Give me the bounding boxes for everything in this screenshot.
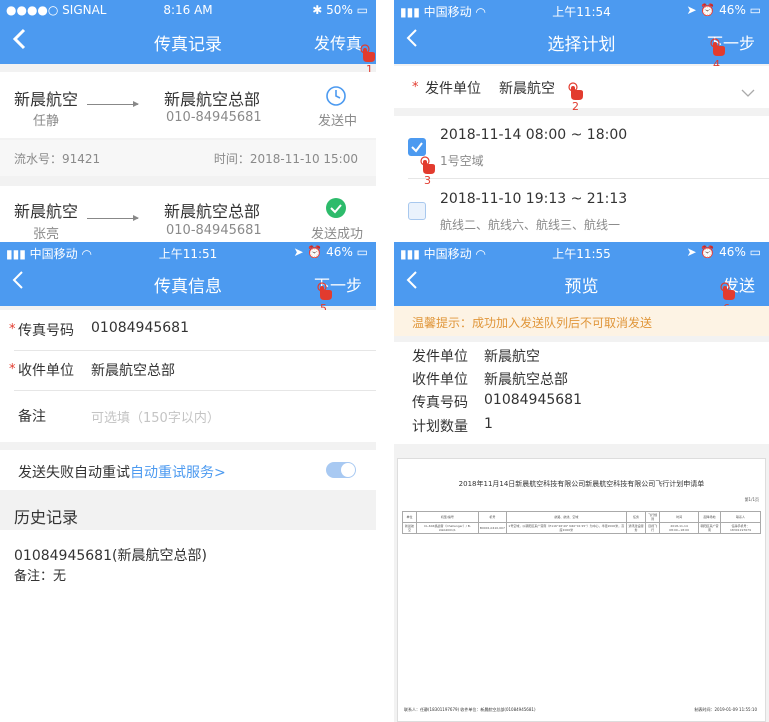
- battery-label: 50%: [326, 3, 353, 17]
- fax-number-label: 传真号码: [412, 395, 468, 411]
- plan-count-value: 1: [484, 416, 493, 432]
- battery-icon: ▭: [745, 245, 761, 259]
- fax-record-card[interactable]: 新晨航空 任静 新晨航空总部 010-84945681 发送中: [0, 72, 376, 138]
- plan-time: 2018-11-10 19:13 ~ 21:13: [440, 191, 628, 207]
- sender-value: 新晨航空: [484, 349, 540, 365]
- step-number: 2: [572, 100, 579, 113]
- fax-number-label: 传真号码: [18, 323, 74, 339]
- fax-number-input[interactable]: 01084945681: [91, 320, 189, 336]
- step-number: 3: [424, 174, 431, 187]
- receiver-label: 收件单位: [412, 372, 468, 388]
- warning-tip: 温馨提示：成功加入发送队列后不可取消发送: [394, 306, 769, 336]
- nav-bar: ●●●●○ SIGNAL 8:16 AM ✱ 50% ▭ 传真记录 发传真: [0, 0, 376, 64]
- location-icon: ➤: [686, 245, 701, 259]
- sender-person: 张亮: [33, 227, 60, 242]
- status-bar: ▮▮▮ 中国移动 ◠ 上午11:51 ➤ ⏰ 46% ▭: [0, 244, 376, 262]
- receiver-label: 收件单位: [18, 363, 74, 379]
- page-title: 预览: [564, 277, 599, 297]
- status-sending: 发送中: [318, 114, 358, 129]
- fax-number-value: 01084945681: [484, 392, 582, 408]
- auto-retry-row: 发送失败自动重试 自动重试服务>: [0, 450, 376, 490]
- auto-retry-link[interactable]: 自动重试服务>: [130, 462, 226, 482]
- status-success: 发送成功: [311, 227, 364, 242]
- tip-text: 温馨提示：成功加入发送队列后不可取消发送: [412, 316, 653, 330]
- battery-icon: ▭: [745, 3, 761, 17]
- fax-info-screen: ▮▮▮ 中国移动 ◠ 上午11:51 ➤ ⏰ 46% ▭ 传真信息 下一步 5 …: [0, 242, 376, 722]
- arrow-right-icon: [87, 101, 139, 107]
- alarm-icon: ⏰: [700, 245, 720, 259]
- sender-value: 新晨航空: [499, 81, 555, 97]
- doc-footer-contact: 联系人：任静(18301197679) 收件单位：新晨航空总部(01084945…: [404, 707, 536, 712]
- send-fax-button[interactable]: 发传真: [314, 30, 362, 54]
- auto-retry-toggle[interactable]: [326, 462, 356, 478]
- nav-bar: ▮▮▮ 中国移动 ◠ 上午11:55 ➤ ⏰ 46% ▭ 预览 发送: [394, 242, 769, 306]
- plan-count-label: 计划数量: [412, 419, 468, 435]
- receiver-name: 新晨航空总部: [164, 202, 261, 221]
- fax-record-card[interactable]: 新晨航空 张亮 新晨航空总部 010-84945681 发送成功: [0, 186, 376, 242]
- doc-page: 第1/1页: [744, 497, 759, 502]
- receiver-value: 新晨航空总部: [484, 372, 568, 388]
- sender-name: 新晨航空: [14, 90, 79, 109]
- battery-label: 46%: [326, 245, 353, 259]
- plan-list: 2018-11-14 08:00 ~ 18:00 1号空域 2018-11-10…: [394, 116, 769, 242]
- record-time: 时间：2018-11-10 15:00: [213, 152, 358, 166]
- plan-time: 2018-11-14 08:00 ~ 18:00: [440, 127, 628, 143]
- sender-name: 新晨航空: [14, 202, 79, 221]
- doc-title: 2018年11月14日新晨航空科技有限公司新晨航空科技有限公司飞行计划申请单: [458, 480, 705, 488]
- serial-number: 流水号：91421: [14, 152, 101, 166]
- check-circle-icon: [326, 198, 346, 222]
- arrow-right-icon: [87, 215, 139, 221]
- table-row: 新晨航空 CL-604挑战者（Challenger）/ B-LWA4001/1 …: [402, 522, 761, 534]
- status-bar: ▮▮▮ 中国移动 ◠ 上午11:55 ➤ ⏰ 46% ▭: [394, 244, 769, 262]
- receiver-name: 新晨航空总部: [164, 90, 261, 109]
- fax-document-preview: 2018年11月14日新晨航空科技有限公司新晨航空科技有限公司飞行计划申请单 第…: [397, 458, 766, 722]
- plan-checkbox[interactable]: [408, 202, 426, 220]
- plan-table: 单位 机型/编号 机号 航路、航线、空域 任务 飞行规则 时间 起降场地 联系人…: [402, 511, 761, 534]
- history-remark: 备注：无: [14, 569, 67, 584]
- alarm-icon: ⏰: [700, 3, 720, 17]
- status-bar: ●●●●○ SIGNAL 8:16 AM ✱ 50% ▭: [0, 2, 376, 20]
- history-list: 01084945681(新晨航空总部) 备注：无: [0, 530, 376, 722]
- receiver-number: 010-84945681: [166, 223, 262, 238]
- fax-form: * 传真号码 01084945681 * 收件单位 新晨航空总部 备注 可选填（…: [0, 310, 376, 442]
- battery-icon: ▭: [352, 245, 368, 259]
- bluetooth-icon: ✱: [312, 3, 327, 17]
- sender-person: 任静: [33, 114, 60, 129]
- clock-icon: [325, 85, 347, 111]
- receiver-number: 010-84945681: [166, 110, 262, 125]
- doc-footer-time: 制表时间：2019-01-09 11:55:10: [694, 707, 757, 712]
- preview-screen: ▮▮▮ 中国移动 ◠ 上午11:55 ➤ ⏰ 46% ▭ 预览 发送 6 温馨提…: [394, 242, 769, 722]
- location-icon: ➤: [293, 245, 308, 259]
- record-meta: 流水号：91421 时间：2018-11-10 15:00: [0, 140, 376, 176]
- location-icon: ➤: [686, 3, 701, 17]
- sender-label: 发件单位: [425, 81, 481, 97]
- sender-label: 发件单位: [412, 349, 468, 365]
- preview-summary: 发件单位 新晨航空 收件单位 新晨航空总部 传真号码 01084945681 计…: [394, 342, 769, 444]
- battery-label: 46%: [719, 3, 746, 17]
- remark-label: 备注: [18, 409, 46, 425]
- alarm-icon: ⏰: [307, 245, 327, 259]
- plan-routes: 航线二、航线六、航线三、航线一: [440, 218, 621, 232]
- status-bar: ▮▮▮ 中国移动 ◠ 上午11:54 ➤ ⏰ 46% ▭: [394, 2, 769, 20]
- auto-retry-label: 发送失败自动重试: [18, 465, 130, 481]
- chevron-down-icon: [741, 82, 755, 101]
- table-header-row: 单位 机型/编号 机号 航路、航线、空域 任务 飞行规则 时间 起降场地 联系人: [402, 511, 761, 523]
- remark-input[interactable]: 可选填（150字以内）: [91, 407, 220, 426]
- select-plan-screen: ▮▮▮ 中国移动 ◠ 上午11:54 ➤ ⏰ 46% ▭ 选择计划 下一步 4 …: [394, 0, 769, 242]
- plan-airspace: 1号空域: [440, 154, 484, 168]
- history-title: 历史记录: [14, 508, 79, 527]
- battery-label: 46%: [719, 245, 746, 259]
- history-entry[interactable]: 01084945681(新晨航空总部): [14, 545, 207, 565]
- fax-records-screen: ●●●●○ SIGNAL 8:16 AM ✱ 50% ▭ 传真记录 发传真 1 …: [0, 0, 376, 242]
- battery-icon: ▭: [352, 3, 368, 17]
- receiver-input[interactable]: 新晨航空总部: [91, 360, 175, 380]
